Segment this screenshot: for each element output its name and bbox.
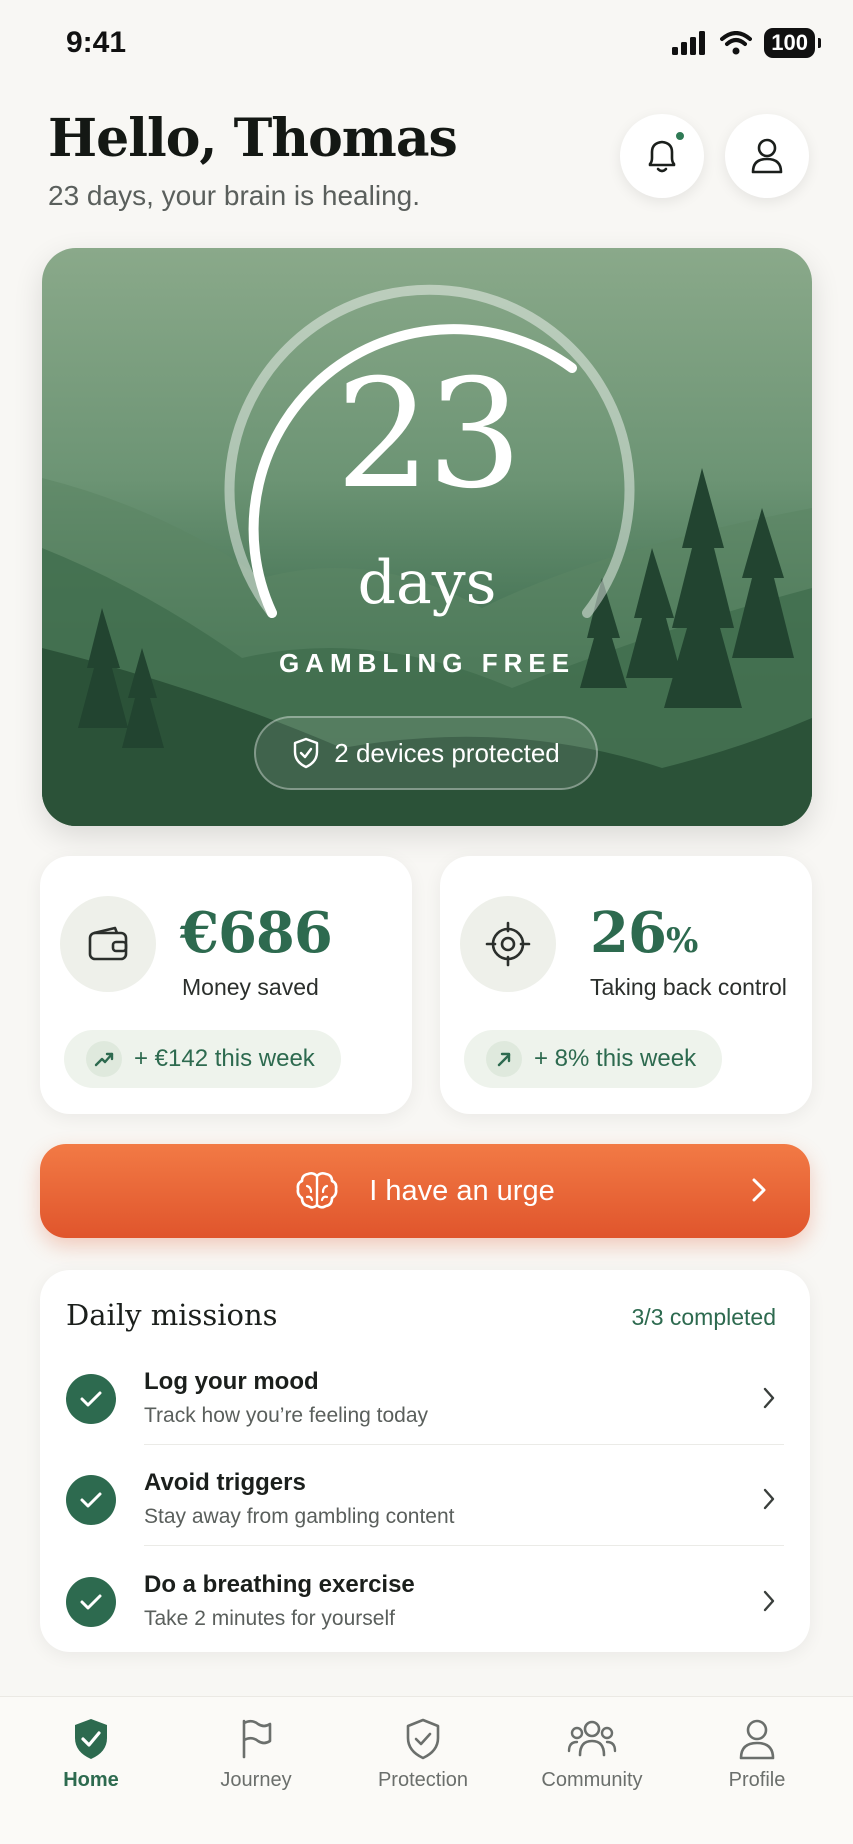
tab-label: Home	[63, 1769, 119, 1791]
divider	[144, 1545, 784, 1546]
chevron-right-icon	[763, 1488, 775, 1510]
trend-arrow-icon	[486, 1041, 522, 1077]
missions-progress: 3/3 completed	[631, 1304, 776, 1330]
check-icon	[66, 1577, 116, 1627]
control-card[interactable]: 26% Taking back control + 8% this week	[440, 856, 812, 1114]
devices-protected-pill[interactable]: 2 devices protected	[254, 716, 598, 790]
urge-button-label: I have an urge	[369, 1174, 555, 1207]
tab-label: Journey	[220, 1769, 292, 1791]
user-icon	[739, 1719, 775, 1760]
target-icon	[485, 921, 531, 967]
money-trend-text: + €142 this week	[134, 1045, 315, 1072]
devices-protected-label: 2 devices protected	[334, 737, 560, 768]
money-saved-value: €686	[180, 900, 333, 966]
missions-title: Daily missions	[66, 1298, 278, 1332]
mission-title: Log your mood	[144, 1368, 319, 1395]
bottom-tab-bar: Home Journey Protection Community Profil…	[0, 1696, 853, 1844]
tab-label: Community	[541, 1769, 643, 1791]
tab-label: Profile	[728, 1769, 786, 1791]
tab-home[interactable]: Home	[16, 1717, 166, 1817]
control-value: 26%	[590, 900, 698, 966]
tab-community[interactable]: Community	[517, 1717, 667, 1817]
flag-icon	[242, 1719, 272, 1759]
greeting-title: Hello, Thomas	[48, 108, 458, 169]
signal-icon	[672, 31, 706, 55]
control-trend-badge: + 8% this week	[464, 1030, 723, 1088]
mission-title: Do a breathing exercise	[144, 1571, 415, 1598]
notification-dot	[674, 130, 686, 142]
tab-label: Protection	[377, 1769, 469, 1791]
tab-protection[interactable]: Protection	[348, 1717, 498, 1817]
mission-item-breathing[interactable]: Do a breathing exercise Take 2 minutes f…	[66, 1555, 786, 1655]
shield-check-icon	[294, 737, 319, 769]
streak-caption: GAMBLING FREE	[278, 648, 576, 678]
trend-up-icon	[86, 1041, 122, 1077]
tab-profile[interactable]: Profile	[682, 1717, 832, 1817]
wallet-icon	[88, 926, 128, 961]
shield-icon	[406, 1718, 440, 1760]
user-icon	[751, 138, 783, 174]
mission-subtitle: Stay away from gambling content	[144, 1505, 455, 1528]
control-label: Taking back control	[590, 974, 787, 1000]
status-time: 9:41	[66, 26, 127, 59]
wifi-icon	[720, 31, 753, 55]
tab-journey[interactable]: Journey	[181, 1717, 331, 1817]
streak-days-count: 23	[335, 348, 523, 522]
notifications-button[interactable]	[620, 114, 704, 198]
status-icons: 100	[672, 28, 821, 58]
streak-days-unit: days	[357, 548, 497, 618]
mission-item-log-mood[interactable]: Log your mood Track how you’re feeling t…	[66, 1352, 786, 1452]
mission-subtitle: Take 2 minutes for yourself	[144, 1607, 395, 1630]
mission-item-avoid-triggers[interactable]: Avoid triggers Stay away from gambling c…	[66, 1453, 786, 1553]
control-trend-text: + 8% this week	[534, 1045, 697, 1072]
chevron-right-icon	[763, 1590, 775, 1612]
target-icon-circle	[460, 896, 556, 992]
mission-title: Avoid triggers	[144, 1469, 306, 1496]
wallet-icon-circle	[60, 896, 156, 992]
money-saved-label: Money saved	[182, 974, 319, 1000]
mission-subtitle: Track how you’re feeling today	[144, 1404, 429, 1427]
control-value-number: 26	[590, 900, 667, 966]
chevron-right-icon	[752, 1178, 766, 1202]
divider	[144, 1444, 784, 1445]
status-bar: 9:41 100	[0, 0, 853, 90]
money-saved-card[interactable]: €686 Money saved + €142 this week	[40, 856, 412, 1114]
profile-button[interactable]	[725, 114, 809, 198]
chevron-right-icon	[763, 1387, 775, 1409]
control-value-unit: %	[665, 921, 698, 961]
shield-check-icon	[75, 1719, 107, 1759]
urge-button[interactable]: I have an urge	[40, 1144, 810, 1238]
users-icon	[567, 1720, 617, 1757]
bell-icon	[648, 140, 676, 173]
greeting-subtitle: 23 days, your brain is healing.	[48, 180, 420, 211]
check-icon	[66, 1475, 116, 1525]
brain-icon	[296, 1172, 338, 1209]
money-trend-badge: + €142 this week	[64, 1030, 341, 1088]
daily-missions-card: Daily missions 3/3 completed Log your mo…	[40, 1270, 810, 1652]
battery-indicator: 100	[764, 28, 821, 58]
check-icon	[66, 1374, 116, 1424]
